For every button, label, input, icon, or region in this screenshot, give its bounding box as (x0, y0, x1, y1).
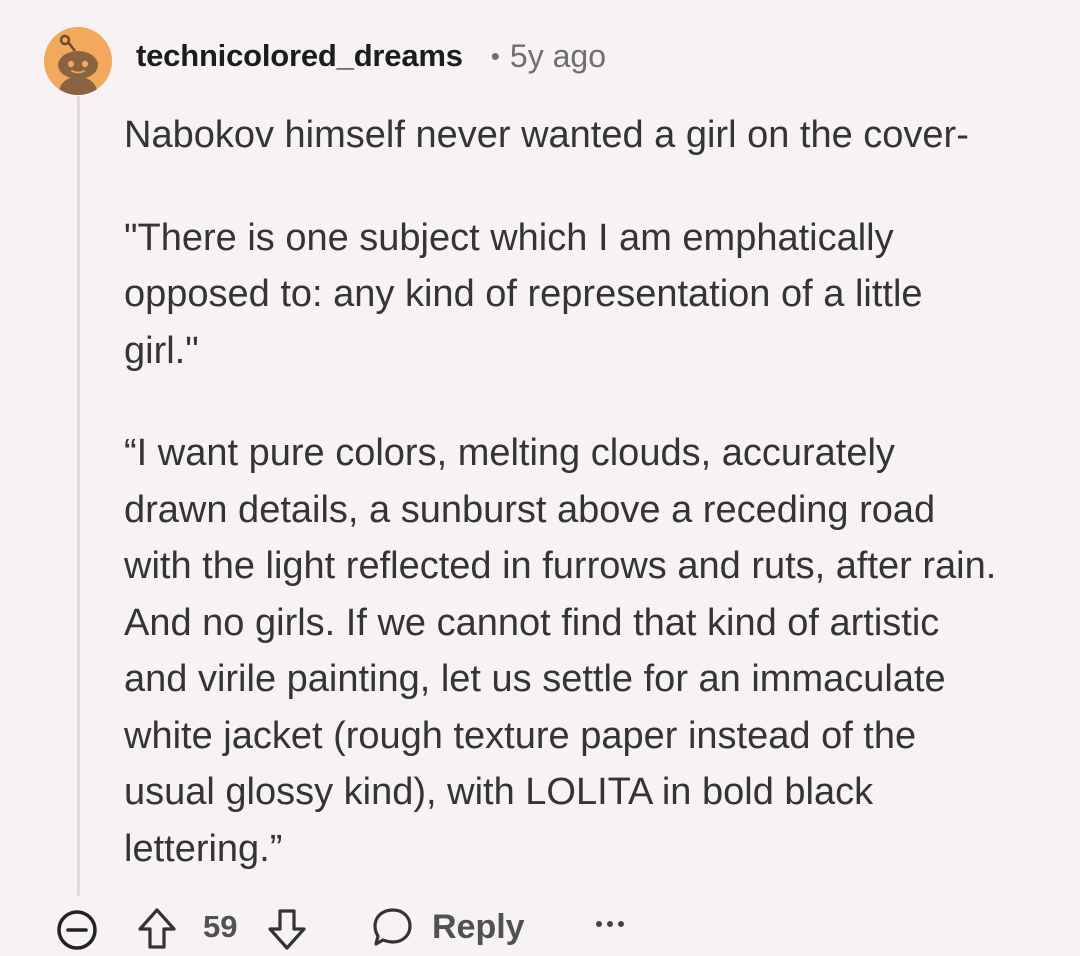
reply-button[interactable]: Reply (370, 904, 525, 950)
comment-paragraph: “I want pure colors, melting clouds, acc… (124, 432, 997, 870)
speech-bubble-icon (373, 908, 412, 946)
comment-body: Nabokov himself never wanted a girl on t… (124, 107, 1004, 877)
more-options-button[interactable] (594, 914, 626, 934)
upvote-arrow-icon (138, 908, 176, 949)
downvote-button[interactable] (266, 906, 308, 952)
vote-count: 59 (203, 909, 237, 945)
reply-label: Reply (432, 907, 525, 946)
upvote-button[interactable] (136, 906, 178, 952)
collapse-minus-icon (57, 910, 97, 950)
collapse-button[interactable] (55, 908, 99, 952)
comment-actions: 59 Reply (0, 900, 1080, 956)
downvote-arrow-icon (268, 909, 306, 950)
timestamp: 5y ago (509, 37, 606, 74)
comment-header: technicolored_dreams • 5y ago (136, 34, 606, 78)
thread-line[interactable] (77, 96, 80, 896)
username[interactable]: technicolored_dreams (136, 38, 463, 74)
vote-count-label: 59 (203, 909, 238, 944)
comment-paragraph: "There is one subject which I am emphati… (124, 216, 923, 372)
avatar[interactable] (44, 27, 112, 95)
separator-dot: • (490, 40, 500, 71)
more-dots-icon (596, 921, 624, 927)
comment-paragraph: Nabokov himself never wanted a girl on t… (124, 114, 969, 156)
reddit-snoo-avatar-icon (44, 27, 112, 95)
